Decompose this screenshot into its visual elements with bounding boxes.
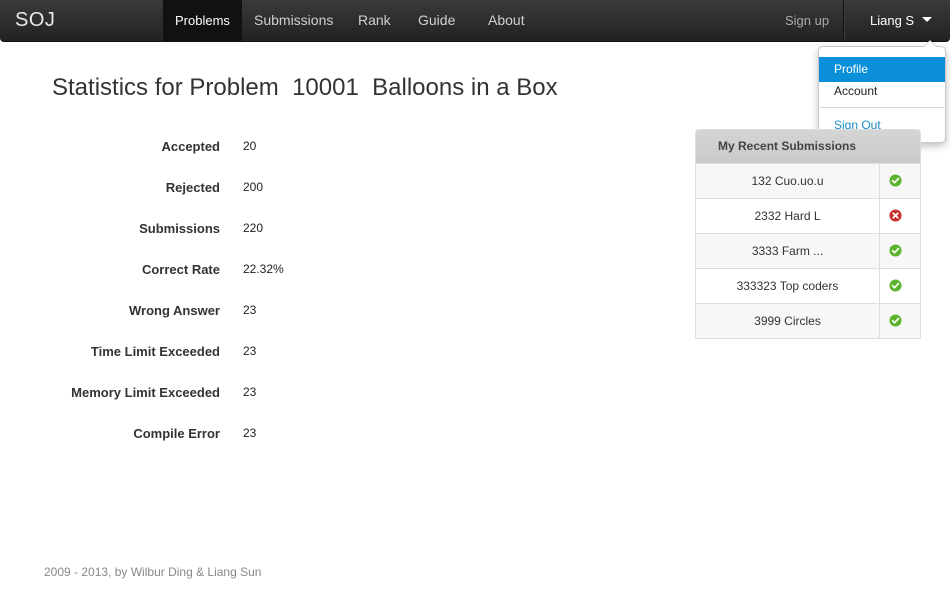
- stat-row: Wrong Answer 23: [0, 303, 400, 323]
- stat-row: Rejected 200: [0, 180, 400, 200]
- footer: 2009 - 2013, by Wilbur Ding & Liang Sun: [44, 565, 262, 579]
- stat-value: 23: [243, 385, 257, 399]
- submission-row: 132 Cuo.uo.u: [696, 163, 920, 198]
- menu-divider: [820, 107, 944, 108]
- user-name: Liang S: [870, 13, 915, 28]
- submission-row: 3333 Farm ...: [696, 233, 920, 268]
- stat-label: Wrong Answer: [128, 303, 220, 318]
- submission-name[interactable]: 2332 Hard L: [696, 199, 880, 233]
- stat-value: 23: [243, 303, 257, 317]
- stat-value: 220: [243, 221, 264, 235]
- stat-label: Memory Limit Exceeded: [71, 385, 220, 400]
- stat-row: Accepted 20: [0, 139, 400, 159]
- stat-value: 20: [243, 139, 257, 153]
- stat-row: Submissions 220: [0, 221, 400, 241]
- submission-name[interactable]: 3999 Circles: [696, 304, 880, 338]
- accepted-icon: [889, 314, 902, 327]
- accepted-icon: [889, 279, 902, 292]
- stat-label: Correct Rate: [141, 262, 220, 277]
- user-menu-toggle[interactable]: Liang S: [870, 0, 933, 41]
- stat-label: Accepted: [161, 139, 220, 154]
- navbar: SOJ Problems Submissions Rank Guide Abou…: [0, 0, 950, 42]
- submission-name[interactable]: 333323 Top coders: [696, 269, 880, 303]
- stat-label: Rejected: [165, 180, 220, 195]
- submission-name[interactable]: 132 Cuo.uo.u: [696, 164, 880, 198]
- stat-row: Time Limit Exceeded 23: [0, 344, 400, 364]
- nav-problems[interactable]: Problems: [163, 0, 242, 41]
- nav-guide[interactable]: Guide: [418, 0, 455, 41]
- submission-row: 3999 Circles: [696, 303, 920, 338]
- recent-submissions-panel: My Recent Submissions 132 Cuo.uo.u 2332 H…: [695, 129, 921, 339]
- nav-signup[interactable]: Sign up: [785, 0, 829, 41]
- stat-value: 200: [243, 180, 264, 194]
- stat-row: Memory Limit Exceeded 23: [0, 385, 400, 405]
- stat-row: Compile Error 23: [0, 426, 400, 446]
- caret-down-icon: [922, 17, 933, 23]
- submission-row: 2332 Hard L: [696, 198, 920, 233]
- page-title: Statistics for Problem 10001 Balloons in…: [52, 74, 558, 101]
- nav-divider: [843, 0, 844, 41]
- stat-value: 23: [243, 426, 257, 440]
- stat-value: 23: [243, 344, 257, 358]
- nav-rank[interactable]: Rank: [358, 0, 391, 41]
- nav-about[interactable]: About: [488, 0, 525, 41]
- submission-row: 333323 Top coders: [696, 268, 920, 303]
- stat-label: Time Limit Exceeded: [90, 344, 220, 359]
- accepted-icon: [889, 174, 902, 187]
- recent-submissions-header: My Recent Submissions: [696, 130, 920, 163]
- stat-row: Correct Rate 22.32%: [0, 262, 400, 282]
- submission-name[interactable]: 3333 Farm ...: [696, 234, 880, 268]
- accepted-icon: [889, 244, 902, 257]
- menu-item-account[interactable]: Account: [819, 79, 945, 104]
- nav-submissions[interactable]: Submissions: [254, 0, 333, 41]
- stat-label: Submissions: [139, 221, 220, 236]
- stat-value: 22.32%: [243, 262, 284, 276]
- rejected-icon: [889, 209, 902, 222]
- stat-label: Compile Error: [133, 426, 220, 441]
- brand-logo[interactable]: SOJ: [15, 9, 55, 32]
